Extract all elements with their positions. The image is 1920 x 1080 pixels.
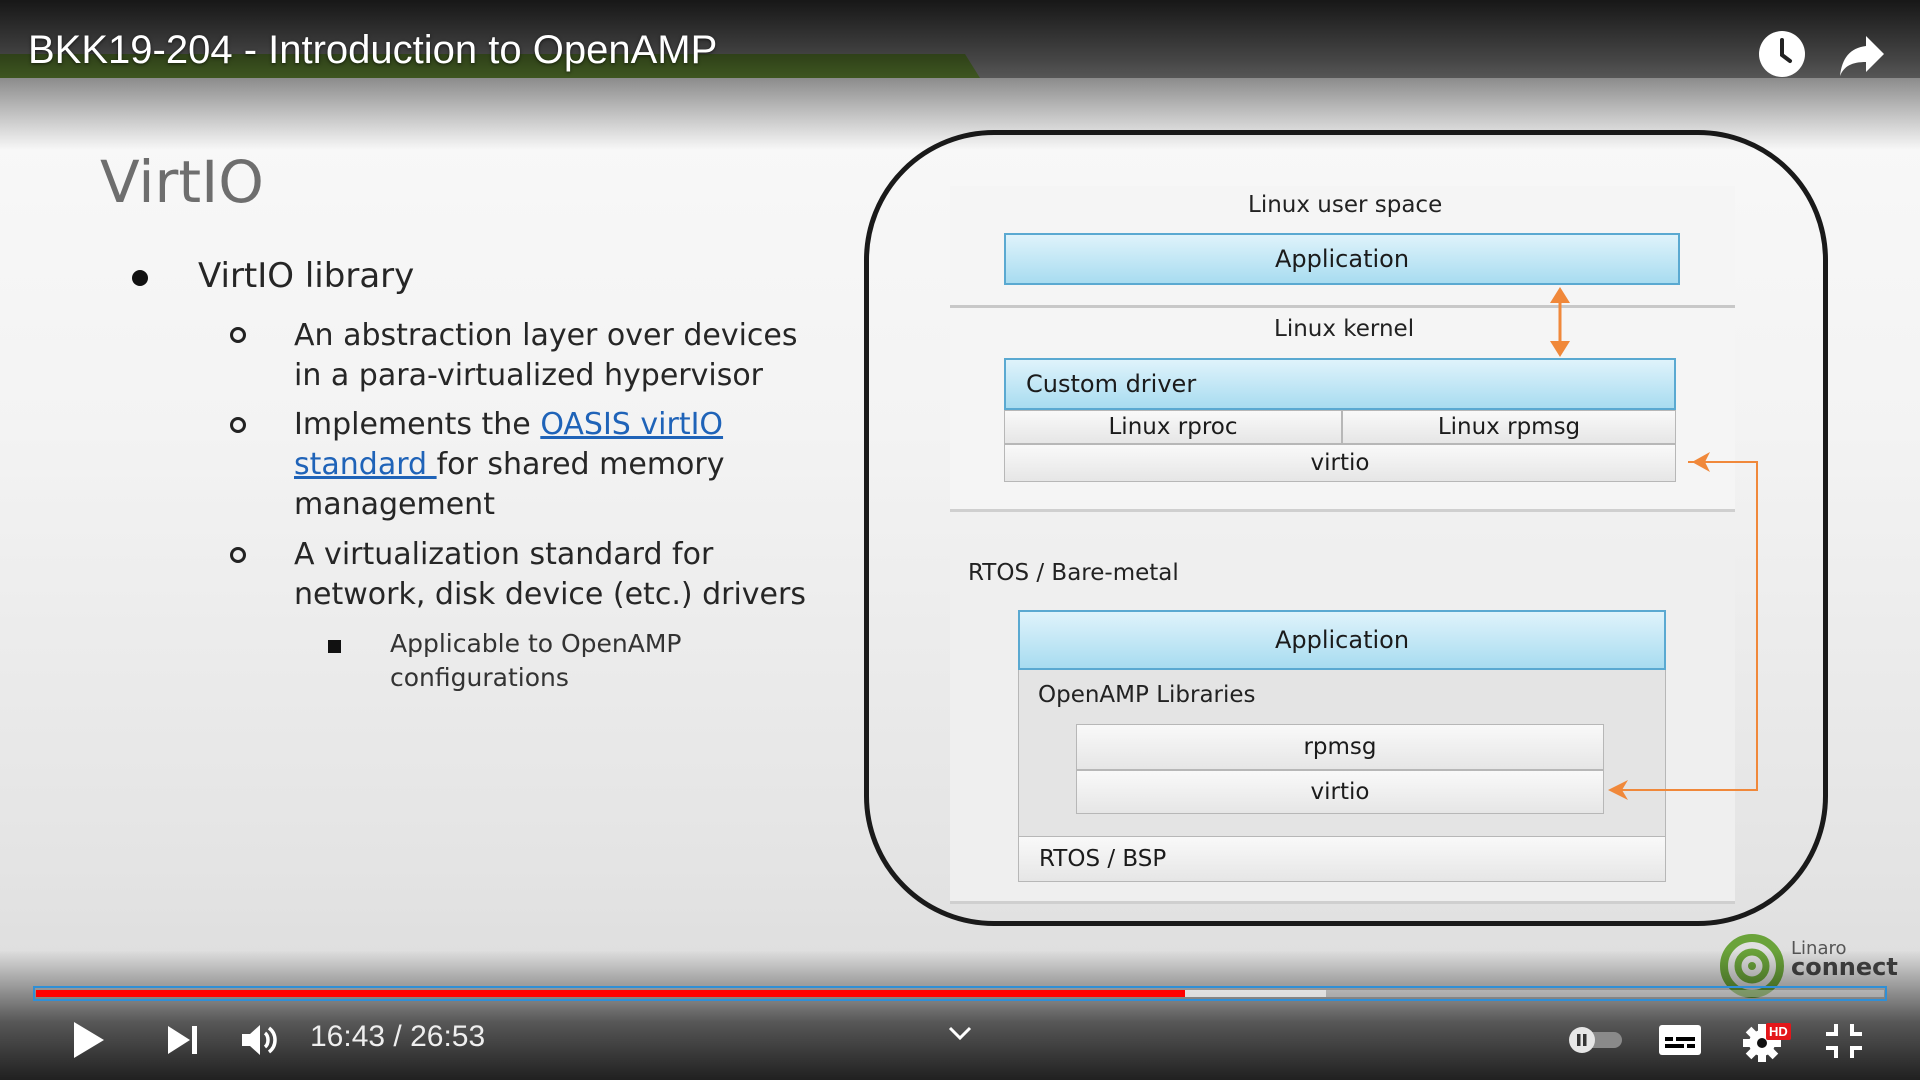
hd-badge: HD — [1766, 1023, 1791, 1040]
autoplay-toggle[interactable] — [1566, 1026, 1626, 1054]
clock-icon[interactable] — [1756, 28, 1808, 80]
play-button[interactable] — [62, 1014, 114, 1066]
sub-bullet-text-part: Implements the — [294, 407, 541, 442]
slide-heading: VirtIO — [100, 148, 264, 216]
volume-button[interactable] — [234, 1014, 286, 1066]
controls-gradient-overlay — [0, 950, 1920, 1080]
next-button[interactable] — [156, 1014, 208, 1066]
time-display: 16:43 / 26:53 — [310, 1020, 486, 1053]
sub-bullet-text: An abstraction layer over devices in a p… — [294, 318, 798, 393]
video-title[interactable]: BKK19-204 - Introduction to OpenAMP — [28, 28, 717, 73]
sub-bullet-circle-icon — [230, 417, 246, 433]
captions-icon[interactable] — [1656, 1020, 1704, 1060]
play-icon — [74, 1022, 104, 1058]
next-icon — [168, 1026, 197, 1054]
diagram-frame — [864, 130, 1828, 926]
progress-played — [36, 990, 1186, 997]
sub-bullet-circle-icon — [230, 327, 246, 343]
video-frame[interactable]: VirtIO VirtIO library An abstraction lay… — [0, 0, 1920, 1080]
bullet-text: VirtIO library — [198, 256, 415, 296]
sub-bullet-text: A virtualization standard for network, d… — [294, 537, 806, 612]
top-gradient-overlay — [0, 0, 1920, 150]
volume-icon — [242, 1025, 277, 1055]
sub-sub-bullet-text: Applicable to OpenAMP configurations — [390, 629, 682, 692]
bullet-dot-icon — [132, 270, 148, 286]
exit-fullscreen-icon[interactable] — [1820, 1018, 1868, 1064]
share-icon[interactable] — [1836, 28, 1888, 80]
sub-bullet-circle-icon — [230, 547, 246, 563]
sub-bullet-text: Implements the OASIS virtIO standard for… — [294, 405, 834, 525]
chevron-down-icon[interactable] — [944, 1022, 976, 1046]
sub-sub-bullet-square-icon — [328, 640, 341, 653]
